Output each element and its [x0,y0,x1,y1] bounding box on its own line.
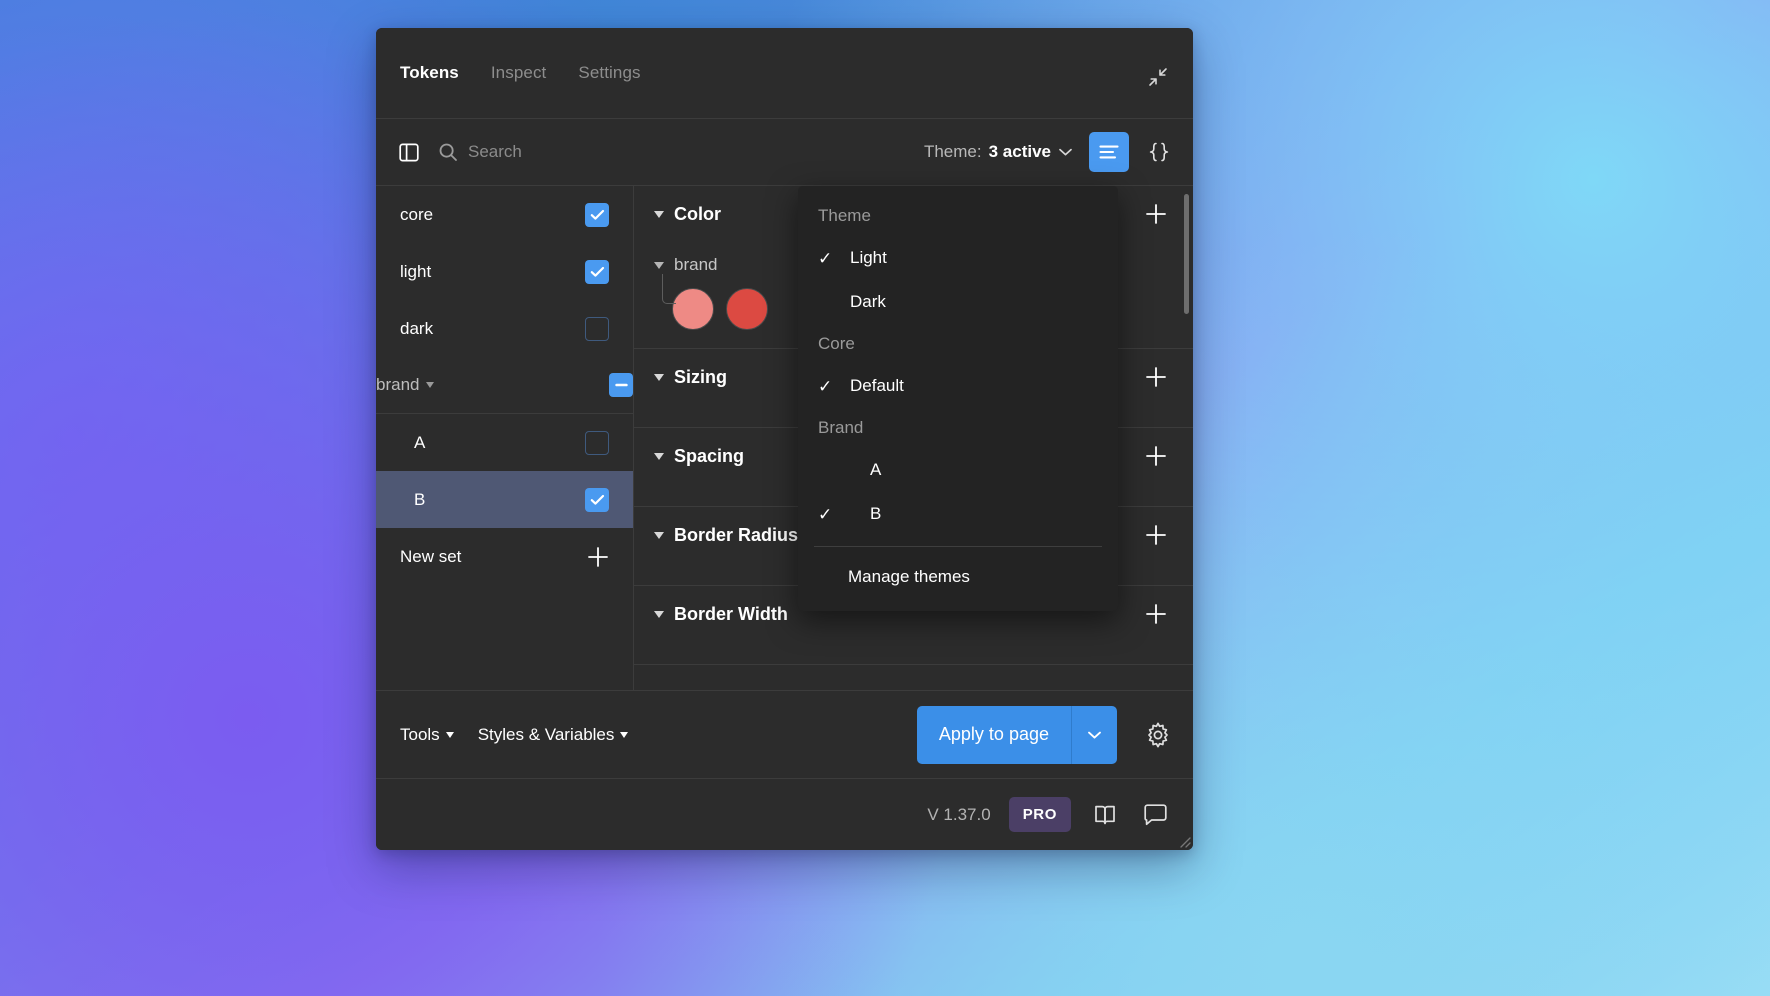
status-bar: V 1.37.0 PRO [376,778,1193,850]
color-swatch-brand-base[interactable] [726,288,768,330]
token-set-core[interactable]: core [376,186,633,243]
theme-dropdown-menu: Theme ✓ Light Dark Core ✓ Default Brand … [798,186,1118,611]
token-set-label: light [400,261,432,281]
token-set-label: A [414,432,426,452]
menu-item-brand-b[interactable]: ✓ B [798,492,1118,536]
new-set-label: New set [400,546,462,566]
menu-item-label: Light [850,248,887,267]
json-braces-icon [1146,141,1172,163]
titlebar: Tokens Inspect Settings [376,28,1193,118]
book-icon[interactable] [1089,799,1121,831]
resize-grip[interactable] [1175,832,1191,848]
styles-variables-menu-button[interactable]: Styles & Variables [478,725,629,745]
add-token-button[interactable] [1141,520,1171,550]
token-set-checkbox[interactable] [585,259,609,284]
token-subgroup-title: brand [674,255,718,274]
menu-section-core: Core [818,334,855,353]
token-sets-panel: core light dark brand A B New set [376,186,634,690]
new-set-button[interactable]: New set [376,528,633,585]
menu-item-label: B [870,504,882,523]
token-set-group-brand[interactable]: brand [376,357,633,414]
caret-down-icon[interactable] [654,373,664,381]
pro-badge[interactable]: PRO [1008,797,1071,832]
color-swatch-brand-light[interactable] [672,288,714,330]
menu-item-default[interactable]: ✓ Default [798,364,1118,408]
token-set-label: B [414,489,426,509]
caret-down-icon [445,731,454,738]
caret-down-icon[interactable] [654,452,664,460]
token-set-brand-a[interactable]: A [376,414,633,471]
token-set-checkbox[interactable] [585,316,609,341]
add-token-button[interactable] [1141,441,1171,471]
caret-down-icon[interactable] [654,261,664,269]
menu-item-dark[interactable]: Dark [798,280,1118,324]
tools-menu-button[interactable]: Tools [400,725,454,745]
list-view-icon [1098,144,1120,160]
footer-toolbar: Tools Styles & Variables Apply to page [376,690,1193,778]
add-token-button[interactable] [1141,599,1171,629]
apply-options-button[interactable] [1071,705,1117,764]
token-set-dark[interactable]: dark [376,300,633,357]
main-body: core light dark brand A B New set Color … [376,186,1193,690]
vertical-scrollbar[interactable] [1184,194,1189,314]
menu-item-label: A [870,460,882,479]
add-token-button[interactable] [1141,199,1171,229]
menu-section-theme: Theme [818,206,871,225]
menu-item-light[interactable]: ✓ Light [798,236,1118,280]
caret-down-icon [620,731,629,738]
menu-divider [814,546,1102,547]
token-set-checkbox[interactable] [585,487,609,512]
add-token-button[interactable] [1141,362,1171,392]
apply-to-page-button[interactable]: Apply to page [916,705,1071,764]
token-set-light[interactable]: light [376,243,633,300]
caret-down-icon[interactable] [654,210,664,218]
version-label: V 1.37.0 [927,804,991,824]
collapse-icon[interactable] [1145,64,1171,90]
menu-section-brand: Brand [818,418,864,437]
theme-selector[interactable]: Theme: 3 active [924,142,1073,162]
token-set-checkbox[interactable] [585,202,609,227]
tree-branch-line [662,274,676,304]
plugin-window: Tokens Inspect Settings Search Theme: 3 … [376,28,1193,850]
menu-item-label: Dark [850,292,886,311]
search-field[interactable] [438,142,914,162]
menu-item-brand-a[interactable]: A [798,448,1118,492]
menu-item-label: Default [850,376,904,395]
token-set-checkbox[interactable] [609,373,633,397]
tab-inspect[interactable]: Inspect [489,59,549,87]
tools-menu-label: Tools [400,724,440,744]
sidebar-toggle-icon[interactable] [394,137,424,167]
caret-down-icon[interactable] [654,610,664,618]
check-icon: ✓ [818,376,833,396]
token-set-brand-b[interactable]: B [376,471,633,528]
manage-themes-button[interactable]: Manage themes [798,553,1118,601]
caret-down-icon[interactable] [654,531,664,539]
styles-variables-label: Styles & Variables [477,724,615,744]
token-set-group-name: brand [376,375,420,394]
token-set-label: dark [400,318,434,338]
apply-button-group: Apply to page [916,705,1117,764]
theme-selector-label: Theme: [923,142,982,161]
chevron-down-icon [1058,147,1073,157]
token-set-label: brand [376,375,601,395]
json-view-button[interactable] [1139,132,1179,172]
chat-icon[interactable] [1139,799,1171,831]
search-icon [438,142,458,162]
tab-tokens[interactable]: Tokens [398,59,461,87]
tab-settings[interactable]: Settings [576,59,642,87]
token-set-label: core [400,204,434,224]
token-set-checkbox[interactable] [585,430,609,455]
list-view-button[interactable] [1089,132,1129,172]
check-icon: ✓ [818,504,833,524]
theme-selector-value: 3 active [988,142,1051,161]
plus-icon [585,544,611,570]
chevron-down-icon[interactable] [426,382,435,388]
gear-icon[interactable] [1141,718,1175,752]
check-icon: ✓ [818,248,833,268]
toolbar: Theme: 3 active [376,118,1193,186]
tab-bar: Tokens Inspect Settings [398,59,643,87]
search-input[interactable] [468,142,914,162]
